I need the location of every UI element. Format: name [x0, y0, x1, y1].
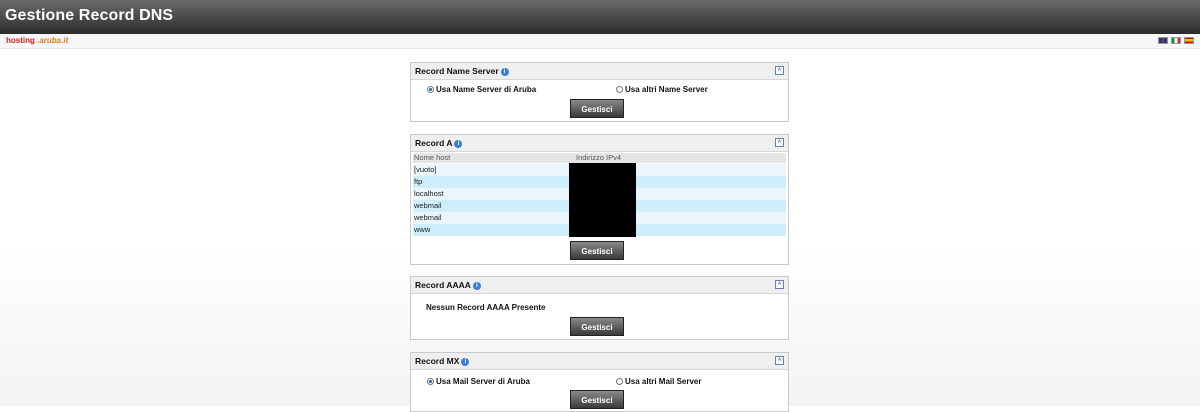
radio-selected-icon[interactable]	[427, 378, 434, 385]
radio-selected-icon[interactable]	[427, 86, 434, 93]
language-switcher	[1158, 37, 1194, 44]
spanish-flag-icon[interactable]	[1184, 37, 1194, 44]
panel-title: Record A	[415, 138, 453, 148]
radio-unselected-icon[interactable]	[616, 378, 623, 385]
panel-header: Record AAAA i ˄	[411, 277, 788, 294]
host-cell: ftp	[414, 177, 423, 186]
radio-label: Usa Name Server di Aruba	[436, 85, 537, 94]
radio-label: Usa altri Mail Server	[625, 377, 702, 386]
gestisci-ns-button[interactable]: Gestisci	[570, 99, 624, 118]
panel-header: Record Name Server i ˄	[411, 63, 788, 80]
use-aruba-mx-radio[interactable]: Usa Mail Server di Aruba	[427, 377, 530, 386]
table-header: Nome host Indirizzo IPv4	[413, 153, 786, 163]
record-a-panel: Record Ai ˄ Nome host Indirizzo IPv4 [vu…	[410, 134, 789, 265]
gestisci-aaaa-button[interactable]: Gestisci	[570, 317, 624, 336]
panel-header: Record MX i ˄	[411, 353, 788, 370]
info-icon[interactable]: i	[454, 139, 463, 148]
host-cell: [vuoto]	[414, 165, 437, 174]
panel-title: Record MX	[415, 356, 460, 366]
collapse-icon[interactable]: ˄	[775, 356, 784, 365]
panel-title: Record Name Server	[415, 66, 499, 76]
english-flag-icon[interactable]	[1158, 37, 1168, 44]
collapse-icon[interactable]: ˄	[775, 66, 784, 75]
page-title: Gestione Record DNS	[5, 7, 174, 24]
info-icon[interactable]: i	[472, 281, 481, 290]
panel-title: Record AAAA	[415, 280, 471, 290]
use-aruba-ns-radio[interactable]: Usa Name Server di Aruba	[427, 85, 536, 94]
collapse-icon[interactable]: ˄	[775, 280, 784, 289]
host-cell: localhost	[414, 189, 444, 198]
logo-domain: .aruba.it	[37, 36, 69, 45]
use-other-ns-radio[interactable]: Usa altri Name Server	[616, 85, 708, 94]
radio-unselected-icon[interactable]	[616, 86, 623, 93]
record-mx-panel: Record MX i ˄ Usa Mail Server di Aruba Us…	[410, 352, 789, 412]
col-hostname: Nome host	[414, 153, 451, 162]
info-icon[interactable]: i	[500, 67, 509, 76]
header-bar: Gestione Record DNS	[0, 0, 1200, 34]
use-other-mx-radio[interactable]: Usa altri Mail Server	[616, 377, 701, 386]
gestisci-a-button[interactable]: Gestisci	[570, 241, 624, 260]
collapse-icon[interactable]: ˄	[775, 138, 784, 147]
aruba-logo[interactable]: hosting .aruba.it	[6, 36, 68, 45]
gestisci-mx-button[interactable]: Gestisci	[570, 390, 624, 409]
brand-bar: hosting .aruba.it	[0, 34, 1200, 49]
record-name-server-panel: Record Name Server i ˄ Usa Name Server di…	[410, 62, 789, 122]
redacted-ip-block	[569, 163, 636, 237]
col-ipv4: Indirizzo IPv4	[576, 153, 622, 162]
italian-flag-icon[interactable]	[1171, 37, 1181, 44]
record-a-table: Nome host Indirizzo IPv4 [vuoto] ftp loc…	[413, 153, 786, 237]
logo-text: hosting	[6, 36, 35, 45]
host-cell: webmail	[414, 213, 442, 222]
host-cell: www	[414, 225, 431, 234]
panel-header: Record Ai ˄	[411, 135, 788, 152]
radio-label: Usa altri Name Server	[625, 85, 708, 94]
host-cell: webmail	[414, 201, 442, 210]
record-aaaa-panel: Record AAAA i ˄ Nessun Record AAAA Presen…	[410, 276, 789, 340]
info-icon[interactable]: i	[461, 357, 470, 366]
radio-label: Usa Mail Server di Aruba	[436, 377, 530, 386]
empty-message: Nessun Record AAAA Presente	[426, 303, 546, 312]
